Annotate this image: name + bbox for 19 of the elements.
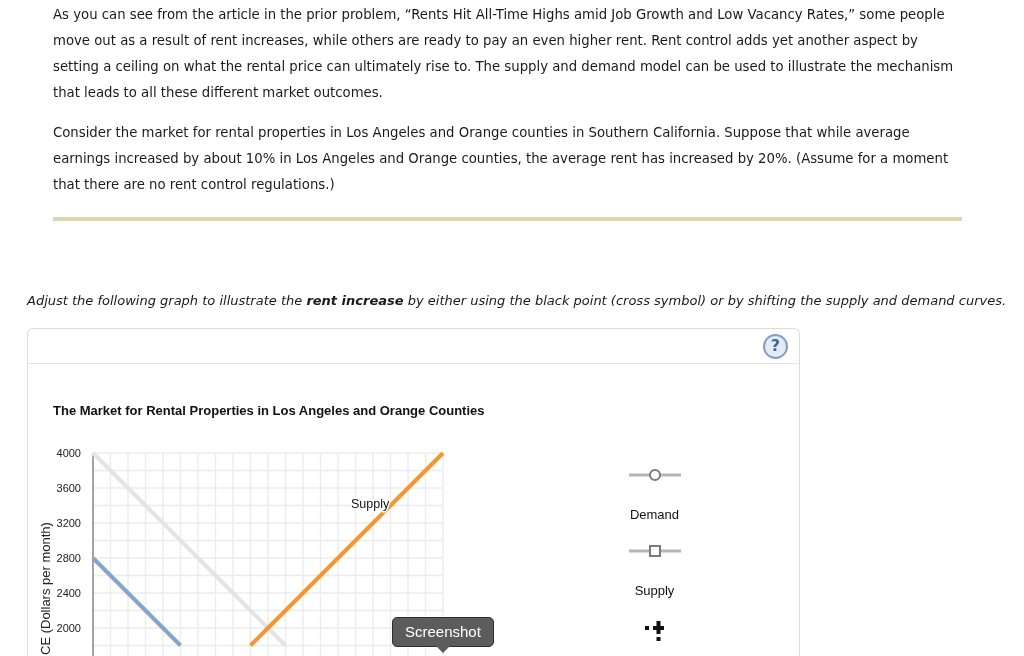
tool-label: Demand xyxy=(629,507,680,523)
tick-label: 2800 xyxy=(56,552,81,564)
help-button[interactable]: ? xyxy=(763,333,788,359)
tooltip-pointer-icon xyxy=(435,646,450,653)
circle-handle-icon[interactable] xyxy=(628,469,681,481)
square-handle-icon[interactable] xyxy=(628,545,681,557)
axis-label: CE (Dollars per month) xyxy=(38,522,53,655)
tick-label: 2000 xyxy=(56,622,81,634)
tick-label: 3600 xyxy=(56,482,81,494)
tick-label: 2400 xyxy=(56,587,81,599)
body-paragraph: As you can see from the article in the prior problem, “Rents Hit All-Time Highs amid Job Growth and Low Vacancy Rates,” some people move out as a result of rent increases, while others are ready to pay an even higher rent. Rent control adds yet another aspect by setting a ceiling on what the rental price can ultimately rise to. The supply and demand model can be used to illustrate the mechanism that leads to all these different market outcomes. xyxy=(53,6,955,102)
cross-point-icon[interactable] xyxy=(645,621,664,641)
chart-title: The Market for Rental Properties in Los Angeles and Orange Counties xyxy=(53,403,485,419)
instruction-text: Adjust the following graph to illustrate the rent increase by either using the black point (cross symbol) or by shifting the supply and demand curves. xyxy=(27,292,1007,310)
body-paragraph: Consider the market for rental properties in Los Angeles and Orange counties in Southern California. Suppose that while average earnings increased by about 10% in Los Angeles and Orange counties, the average rent has increased by 20%. (Assume for a moment that there are no rent control regulations.) xyxy=(53,124,950,194)
tick-label: 4000 xyxy=(56,447,81,459)
curve-label: Supply xyxy=(350,496,390,511)
tool-label: Supply xyxy=(634,583,675,599)
tick-label: 3200 xyxy=(56,517,81,529)
